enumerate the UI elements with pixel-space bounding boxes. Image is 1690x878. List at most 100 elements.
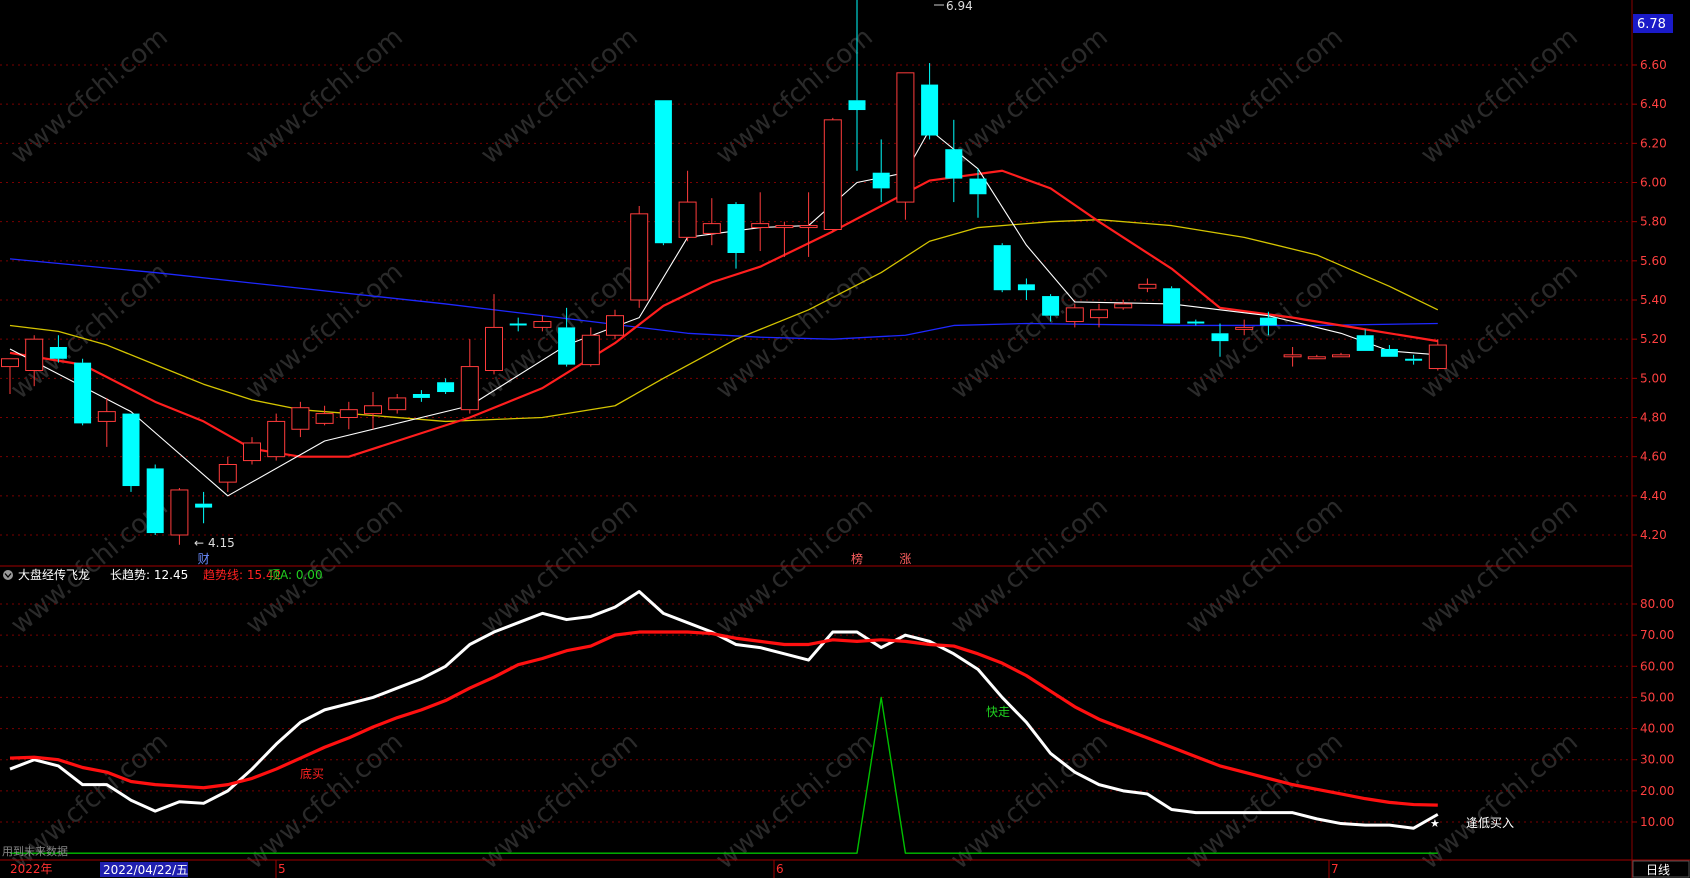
candle: [74, 358, 92, 426]
indicator-tick-label: 70.00: [1640, 628, 1674, 642]
candle-body: [1211, 333, 1229, 342]
candle-body: [1042, 296, 1060, 316]
future-data-note: 用到未来数据: [2, 844, 68, 858]
candle-body: [388, 397, 407, 411]
top-a-value: 顶A: 0.00: [268, 568, 323, 582]
indicator-title: 大盘经传飞龙: [18, 567, 90, 582]
candle-body: [1380, 348, 1398, 357]
indicator-tick-label: 50.00: [1640, 690, 1674, 704]
price-tick-label: 5.40: [1640, 293, 1667, 307]
period-label[interactable]: 日线: [1646, 863, 1670, 877]
price-tick-label: 4.40: [1640, 489, 1667, 503]
candle-body: [581, 334, 600, 366]
year-label: 2022年: [10, 862, 53, 876]
current-price-badge: 6.78: [1633, 14, 1673, 33]
fast-exit-label: 快走: [986, 705, 1010, 719]
indicator-tick-label: 20.00: [1640, 784, 1674, 798]
candle: [630, 206, 649, 308]
candle-body: [775, 225, 794, 229]
candle-body: [485, 326, 503, 371]
candle-body: [437, 382, 455, 393]
low-buy-label: 逢低买入: [1466, 816, 1514, 830]
indicator-tick-label: 60.00: [1640, 659, 1674, 673]
candle-body: [460, 366, 479, 411]
candle-body: [896, 72, 915, 203]
candle-body: [1, 358, 19, 368]
candle-body: [1017, 284, 1035, 291]
event-marker[interactable]: 财: [198, 552, 210, 566]
candle-body: [702, 223, 721, 234]
candle-body: [509, 323, 527, 326]
price-tick-label: 6.00: [1640, 176, 1667, 190]
candle-body: [170, 489, 189, 536]
candle-body: [1114, 303, 1133, 309]
high-price-label: 6.94: [946, 0, 973, 13]
candle-body: [74, 362, 92, 424]
candle-body: [1405, 358, 1423, 361]
indicator-tick-label: 30.00: [1640, 753, 1674, 767]
candle-body: [630, 213, 649, 301]
candle-body: [727, 204, 745, 253]
month-label-jul: 7: [1331, 862, 1339, 876]
indicator-tick-label: 80.00: [1640, 597, 1674, 611]
candle-body: [1283, 354, 1302, 358]
chart-stage: www.cfchi.com www.cfchi.com www.cfchi.com w…: [0, 0, 1690, 878]
candle-body: [1356, 335, 1374, 351]
candle-body: [654, 100, 672, 244]
candle-body: [412, 394, 430, 398]
candle-body: [1187, 321, 1205, 324]
candle: [823, 117, 842, 232]
price-tick-label: 5.00: [1640, 371, 1667, 385]
candle-body: [1307, 356, 1326, 360]
candle-body: [364, 405, 382, 415]
candle-body: [146, 468, 164, 534]
price-tick-label: 6.60: [1640, 58, 1667, 72]
candle: [122, 413, 140, 492]
candle-body: [243, 442, 261, 462]
candle-body: [315, 413, 334, 424]
candle-body: [921, 84, 939, 136]
candle-body: [122, 413, 140, 487]
price-tick-label: 4.20: [1640, 528, 1667, 542]
candle-body: [1163, 288, 1181, 324]
current-price: 6.78: [1637, 17, 1666, 32]
price-tick-label: 4.80: [1640, 411, 1667, 425]
price-tick-label: 5.20: [1640, 332, 1667, 346]
price-tick-label: 6.40: [1640, 97, 1667, 111]
candle-body: [97, 411, 116, 422]
candle-body: [339, 409, 358, 418]
candle-body: [872, 172, 890, 189]
bottom-buy-label: 底买: [300, 766, 324, 781]
event-marker[interactable]: 榜: [851, 551, 863, 566]
event-marker[interactable]: 涨: [899, 551, 911, 566]
candle-body: [25, 338, 44, 371]
candle-body: [291, 407, 310, 430]
candle-body: [606, 315, 624, 336]
long-trend-value: 长趋势: 12.45: [110, 568, 188, 582]
candle-body: [1138, 283, 1157, 289]
candle-body: [195, 503, 213, 508]
month-label-may: 5: [278, 862, 286, 876]
price-tick-label: 6.20: [1640, 136, 1667, 150]
candle: [896, 72, 915, 220]
candle-body: [993, 245, 1011, 291]
indicator-tick-label: 10.00: [1640, 815, 1674, 829]
collapse-icon[interactable]: [3, 570, 13, 580]
candle-body: [678, 201, 697, 238]
cursor-date: 2022/04/22/五: [103, 863, 188, 877]
price-tick-label: 4.60: [1640, 450, 1667, 464]
candle-body: [267, 420, 286, 458]
candle-body: [945, 149, 963, 179]
candle: [654, 100, 672, 246]
month-label-jun: 6: [776, 862, 784, 876]
indicator-tick-label: 40.00: [1640, 722, 1674, 736]
candle-body: [751, 223, 770, 229]
candle-body: [218, 464, 237, 483]
candle-body: [823, 119, 842, 230]
low-annotation: ← 4.15: [194, 536, 235, 550]
candle-body: [848, 100, 866, 111]
candle: [1163, 286, 1181, 324]
candle-body: [533, 321, 552, 328]
candle-body: [1428, 344, 1447, 370]
candle: [993, 243, 1011, 293]
